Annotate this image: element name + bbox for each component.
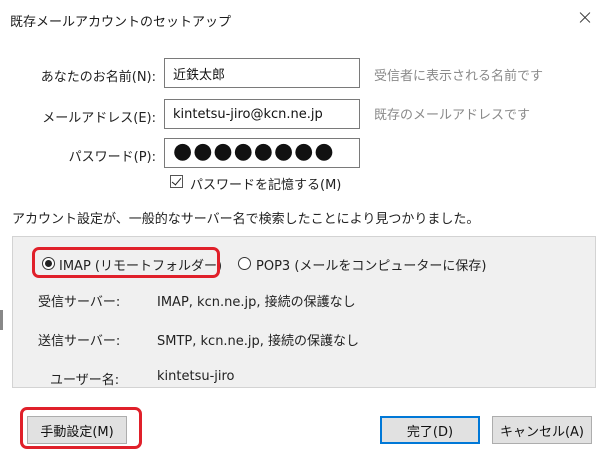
incoming-server-value: IMAP, kcn.ne.jp, 接続の保護なし	[157, 295, 356, 310]
name-field[interactable]	[164, 58, 360, 88]
incoming-server-label: 受信サーバー:	[38, 295, 121, 310]
password-mask: ●●●●●●●●	[173, 139, 335, 164]
cancel-button[interactable]: キャンセル(A)	[492, 416, 592, 444]
username-value: kintetsu-jiro	[157, 369, 235, 384]
remember-password-checkbox[interactable]	[170, 175, 183, 188]
username-label: ユーザー名:	[50, 373, 120, 388]
imap-highlight	[32, 247, 220, 278]
outgoing-server-value: SMTP, kcn.ne.jp, 接続の保護なし	[157, 334, 360, 349]
close-icon[interactable]	[573, 6, 597, 30]
remember-password-label[interactable]: パスワードを記憶する(M)	[190, 174, 341, 193]
manual-config-highlight	[20, 407, 142, 449]
name-label: あなたのお名前(N):	[40, 70, 156, 85]
window-title: 既存メールアカウントのセットアップ	[10, 15, 232, 30]
status-message: アカウント設定が、一般的なサーバー名で検索したことにより見つかりました。	[12, 212, 480, 227]
email-field[interactable]	[164, 99, 360, 129]
done-button[interactable]: 完了(D)	[380, 416, 480, 444]
pop3-label[interactable]: POP3 (メールをコンピューターに保存)	[256, 255, 486, 274]
pop3-radio[interactable]	[238, 257, 251, 270]
email-hint: 既存のメールアドレスです	[374, 108, 531, 123]
outgoing-server-label: 送信サーバー:	[38, 334, 121, 349]
name-hint: 受信者に表示される名前です	[374, 69, 544, 84]
password-label: パスワード(P):	[68, 150, 156, 165]
window-edge	[0, 310, 3, 330]
password-field[interactable]: ●●●●●●●●	[164, 138, 360, 168]
email-label: メールアドレス(E):	[42, 111, 156, 126]
